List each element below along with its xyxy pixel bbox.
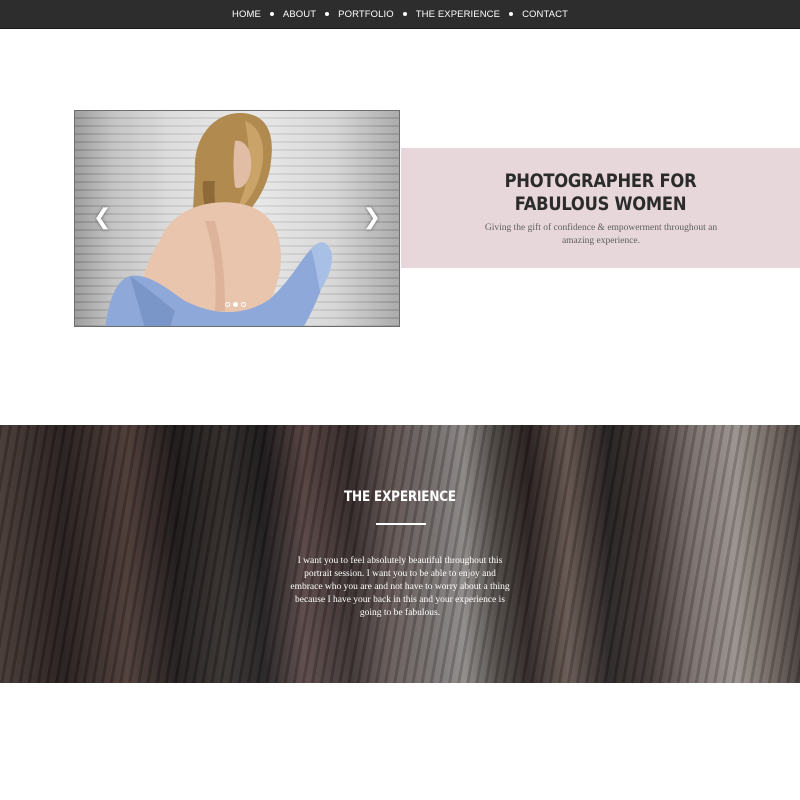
- nav-link-about[interactable]: ABOUT: [283, 9, 316, 20]
- slide-dot-2[interactable]: [233, 302, 238, 307]
- portrait-photo: [105, 113, 333, 326]
- nav-link-portfolio[interactable]: PORTFOLIO: [338, 9, 394, 20]
- slider-pagination: [225, 302, 246, 307]
- nav-item-home: HOME: [232, 9, 283, 20]
- nav-separator-dot: [509, 12, 514, 16]
- nav-separator-dot: [325, 12, 330, 16]
- nav-item-contact: CONTACT: [522, 9, 568, 20]
- nav-item-about: ABOUT: [283, 9, 338, 20]
- chevron-left-icon[interactable]: ❮: [93, 207, 111, 229]
- intro-panel: PHOTOGRAPHER FOR FABULOUS WOMEN Giving t…: [401, 148, 800, 268]
- nav-separator-dot: [402, 12, 407, 16]
- nav-separator-dot: [269, 12, 274, 16]
- slide-dot-3[interactable]: [241, 302, 246, 307]
- nav-item-portfolio: PORTFOLIO: [338, 9, 416, 20]
- nav-item-experience: THE EXPERIENCE: [416, 9, 522, 20]
- nav-link-contact[interactable]: CONTACT: [522, 9, 568, 20]
- nav-link-experience[interactable]: THE EXPERIENCE: [416, 9, 500, 20]
- experience-section: THE EXPERIENCE I want you to feel absolu…: [0, 425, 800, 683]
- top-navigation: HOME ABOUT PORTFOLIO THE EXPERIENCE CONT…: [0, 0, 800, 29]
- chevron-right-icon[interactable]: ❯: [363, 207, 381, 229]
- experience-description: I want you to feel absolutely beautiful …: [290, 556, 510, 618]
- slide-dot-1[interactable]: [225, 302, 230, 307]
- hero-title: PHOTOGRAPHER FOR FABULOUS WOMEN: [504, 170, 697, 215]
- nav-link-home[interactable]: HOME: [232, 9, 261, 20]
- title-divider: [376, 523, 426, 525]
- hero-image-slider[interactable]: ❮ ❯: [74, 110, 400, 327]
- background-shade: [0, 425, 800, 683]
- hero-subtitle: Giving the gift of confidence & empowerm…: [484, 223, 718, 246]
- experience-title: THE EXPERIENCE: [344, 489, 456, 505]
- nav-list: HOME ABOUT PORTFOLIO THE EXPERIENCE CONT…: [232, 9, 568, 20]
